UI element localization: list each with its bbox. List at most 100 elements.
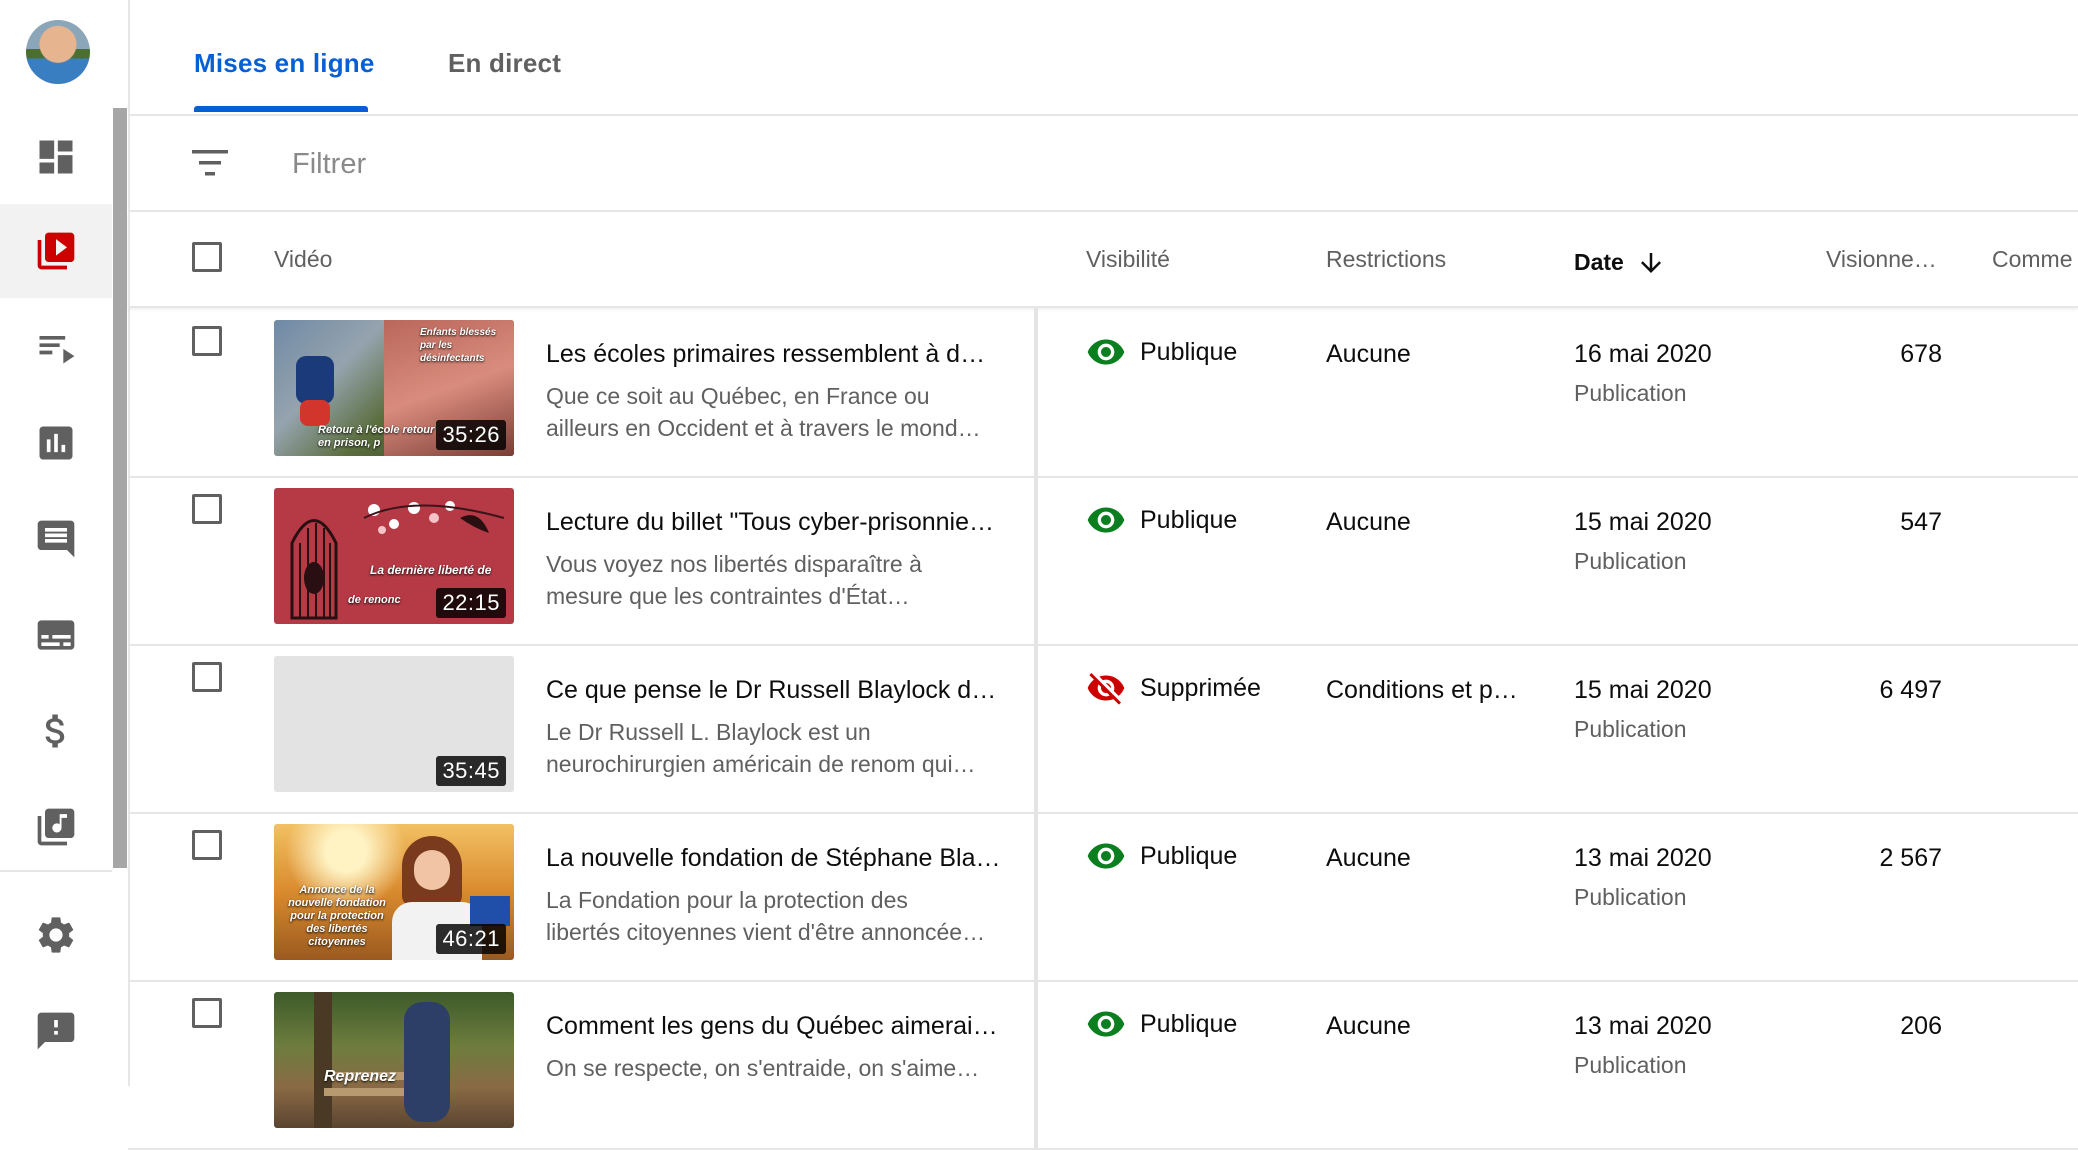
nav-divider: [0, 870, 112, 872]
eye-icon: [1087, 339, 1125, 365]
nav-item-settings[interactable]: [0, 888, 112, 982]
video-description: Le Dr Russell L. Blaylock est un neuroch…: [546, 716, 1016, 780]
date-status: Publication: [1574, 380, 1687, 406]
eye-icon: [1087, 843, 1125, 869]
filter-input[interactable]: [290, 136, 894, 192]
thumbnail-caption: La dernière liberté de: [370, 563, 492, 577]
date-cell: 15 mai 2020: [1574, 676, 1712, 704]
date-status: Publication: [1574, 1052, 1687, 1078]
row-checkbox[interactable]: [192, 326, 222, 356]
video-duration: 35:26: [436, 420, 506, 450]
select-all-checkbox[interactable]: [192, 242, 222, 272]
tab-live[interactable]: En direct: [448, 48, 561, 79]
active-tab-indicator: [194, 106, 368, 112]
video-description: Que ce soit au Québec, en France ou aill…: [546, 380, 1016, 444]
video-thumbnail[interactable]: Enfants blessés par les désinfectants Re…: [274, 320, 514, 456]
video-thumbnail[interactable]: Annonce de la nouvelle fondation pour la…: [274, 824, 514, 960]
visibility-cell[interactable]: Publique: [1086, 1004, 1237, 1044]
visibility-cell[interactable]: Publique: [1086, 500, 1237, 540]
description-line: ailleurs en Occident et à travers le mon…: [546, 415, 981, 441]
visibility-label: Publique: [1140, 505, 1238, 534]
date-cell: 15 mai 2020: [1574, 508, 1712, 536]
thumbnail-caption: Enfants blessés par les désinfectants: [420, 327, 497, 364]
restrictions-cell: Aucune: [1326, 508, 1411, 536]
dashboard-icon: [39, 140, 73, 174]
restrictions-cell: Aucune: [1326, 844, 1411, 872]
thumbnail-caption: Reprenez: [324, 1068, 397, 1085]
thumbnail-caption: Annonce de la nouvelle fondation pour la…: [288, 884, 386, 948]
description-line: mesure que les contraintes d'État…: [546, 583, 910, 609]
audio-library-icon: [37, 808, 75, 846]
nav-item-audio-library[interactable]: [0, 780, 112, 874]
header-views[interactable]: Visionne…: [1826, 246, 1937, 273]
feedback-icon: [37, 1012, 75, 1050]
video-title[interactable]: Comment les gens du Québec aimerai…: [546, 1012, 1016, 1041]
table-row[interactable]: 35:45 Ce que pense le Dr Russell Blayloc…: [128, 644, 2078, 814]
eye-off-icon: [1087, 673, 1125, 705]
nav-item-comments[interactable]: [0, 492, 112, 586]
eye-icon: [1087, 507, 1125, 533]
visibility-cell[interactable]: Supprimée: [1086, 668, 1261, 708]
video-description: La Fondation pour la protection des libe…: [546, 884, 1016, 948]
nav-item-analytics[interactable]: [0, 396, 112, 490]
restrictions-cell: Aucune: [1326, 1012, 1411, 1040]
nav-item-content[interactable]: [0, 204, 112, 298]
header-date: Date: [1574, 248, 1624, 275]
nav-item-feedback[interactable]: [0, 984, 112, 1078]
header-visibility[interactable]: Visibilité: [1086, 246, 1170, 273]
visibility-cell[interactable]: Publique: [1086, 332, 1237, 372]
description-line: libertés citoyennes vient d'être annoncé…: [546, 919, 986, 945]
description-line: On se respecte, on s'entraide, on s'aime…: [546, 1055, 980, 1081]
video-table-body: Enfants blessés par les désinfectants Re…: [128, 308, 2078, 1150]
header-comments[interactable]: Comme: [1992, 246, 2073, 273]
video-thumbnail[interactable]: 35:45: [274, 656, 514, 792]
video-thumbnail[interactable]: Reprenez: [274, 992, 514, 1128]
header-video[interactable]: Vidéo: [274, 246, 332, 273]
video-description: Vous voyez nos libertés disparaître à me…: [546, 548, 1016, 612]
analytics-icon: [39, 426, 73, 460]
date-cell: 16 mai 2020: [1574, 340, 1712, 368]
video-thumbnail[interactable]: La dernière liberté de de renonc 22:15: [274, 488, 514, 624]
channel-avatar[interactable]: [26, 20, 90, 84]
date-cell: 13 mai 2020: [1574, 844, 1712, 872]
video-title[interactable]: Les écoles primaires ressemblent à d…: [546, 340, 1016, 369]
nav-scrollbar[interactable]: [113, 108, 127, 868]
row-checkbox[interactable]: [192, 494, 222, 524]
table-row[interactable]: La dernière liberté de de renonc 22:15 L…: [128, 476, 2078, 646]
column-divider: [1034, 644, 1038, 812]
row-checkbox[interactable]: [192, 830, 222, 860]
subtitles-icon: [37, 620, 75, 650]
date-status: Publication: [1574, 884, 1687, 910]
table-header: Vidéo Visibilité Restrictions Date Visio…: [128, 212, 2078, 308]
table-row[interactable]: Reprenez Comment les gens du Québec aime…: [128, 980, 2078, 1150]
description-line: Vous voyez nos libertés disparaître à: [546, 551, 922, 577]
video-description: On se respecte, on s'entraide, on s'aime…: [546, 1052, 1016, 1084]
nav-item-subtitles[interactable]: [0, 588, 112, 682]
video-duration: 46:21: [436, 924, 506, 954]
row-checkbox[interactable]: [192, 998, 222, 1028]
visibility-label: Supprimée: [1140, 673, 1261, 702]
nav-item-playlists[interactable]: [0, 300, 112, 394]
table-row[interactable]: Annonce de la nouvelle fondation pour la…: [128, 812, 2078, 982]
video-title[interactable]: Lecture du billet "Tous cyber-prisonnie…: [546, 508, 1016, 537]
visibility-cell[interactable]: Publique: [1086, 836, 1237, 876]
video-title[interactable]: Ce que pense le Dr Russell Blaylock d…: [546, 676, 1016, 705]
nav-item-dashboard[interactable]: [0, 110, 112, 204]
header-restrictions[interactable]: Restrictions: [1326, 246, 1446, 273]
video-duration: 22:15: [436, 588, 506, 618]
thumbnail-caption: de renonc: [348, 594, 401, 606]
header-date-sort[interactable]: Date: [1574, 246, 1666, 278]
restrictions-cell[interactable]: Conditions et p…: [1326, 676, 1526, 705]
video-duration: 35:45: [436, 756, 506, 786]
filter-icon[interactable]: [190, 146, 230, 180]
arrow-down-icon: [1640, 253, 1661, 273]
views-cell: 2 567: [1879, 844, 1942, 872]
comments-icon: [37, 520, 75, 558]
table-row[interactable]: Enfants blessés par les désinfectants Re…: [128, 308, 2078, 478]
tab-uploads[interactable]: Mises en ligne: [194, 48, 375, 79]
nav-item-monetization[interactable]: [0, 684, 112, 778]
row-checkbox[interactable]: [192, 662, 222, 692]
video-title[interactable]: La nouvelle fondation de Stéphane Bla…: [546, 844, 1016, 873]
description-line: neurochirurgien américain de renom qui…: [546, 751, 976, 777]
visibility-label: Publique: [1140, 1009, 1238, 1038]
